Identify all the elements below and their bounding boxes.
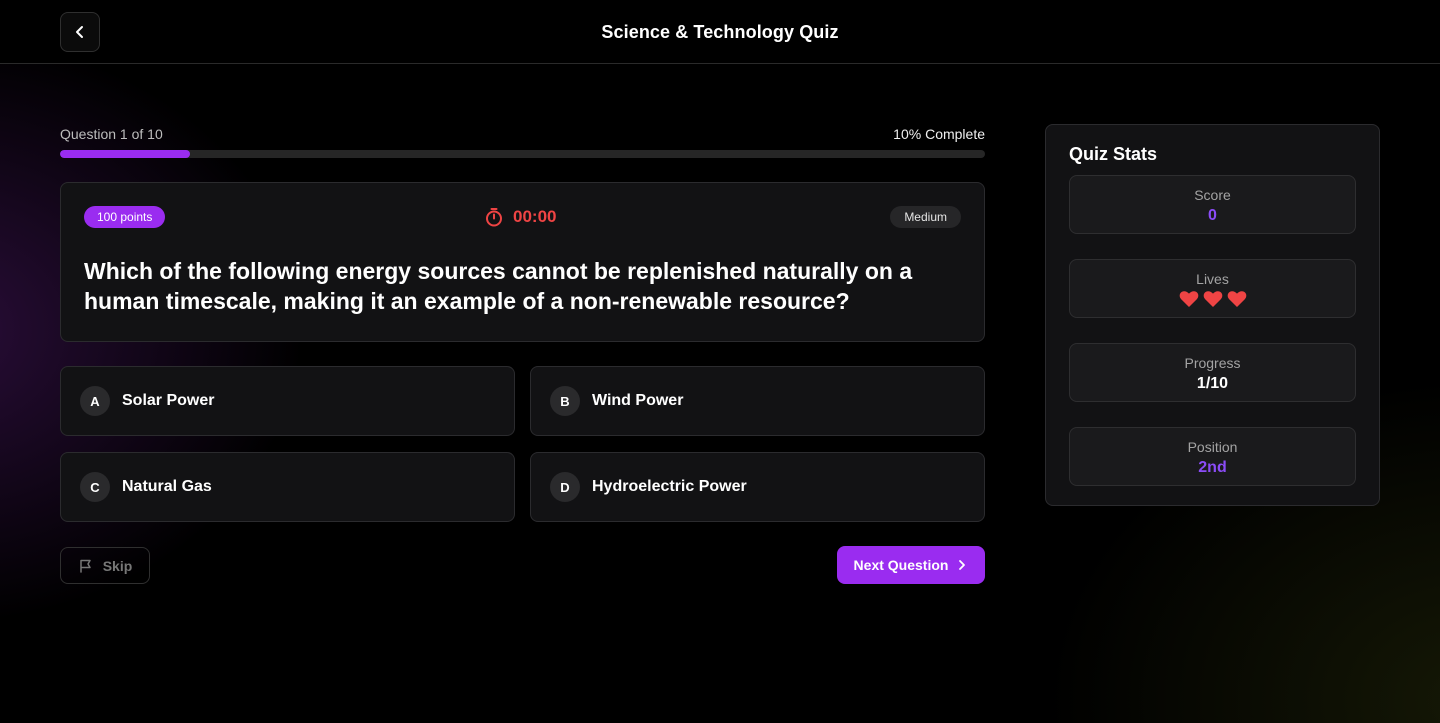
position-value: 2nd	[1198, 459, 1227, 476]
lives-stat: Lives	[1069, 259, 1356, 318]
timer-value: 00:00	[513, 207, 557, 226]
progress-percent: 10% Complete	[893, 126, 985, 142]
heart-icon	[1227, 291, 1246, 307]
points-badge: 100 points	[84, 206, 166, 228]
answer-option-b[interactable]: B Wind Power	[530, 366, 985, 436]
answer-letter: A	[80, 386, 110, 416]
next-question-button[interactable]: Next Question	[837, 546, 985, 584]
back-button[interactable]	[60, 12, 100, 52]
score-stat: Score 0	[1069, 175, 1356, 234]
progress-stat: Progress 1/10	[1069, 343, 1356, 402]
progress-label: Progress	[1184, 355, 1241, 371]
answer-letter: B	[550, 386, 580, 416]
answer-label: Wind Power	[592, 392, 684, 409]
quiz-stats-panel: Quiz Stats Score 0 Lives Progress 1/10 P…	[1045, 124, 1380, 506]
skip-label: Skip	[102, 557, 133, 574]
flag-icon	[79, 559, 91, 573]
top-bar: Science & Technology Quiz	[0, 0, 1440, 64]
position-stat: Position 2nd	[1069, 427, 1356, 486]
next-question-label: Next Question	[853, 557, 949, 573]
heart-icon	[1179, 291, 1198, 307]
score-value: 0	[1208, 207, 1217, 224]
progress-bar-fill	[60, 150, 190, 158]
answer-label: Solar Power	[122, 392, 215, 409]
stopwatch-icon	[486, 208, 502, 227]
answer-letter: D	[550, 472, 580, 502]
progress-value: 1/10	[1196, 375, 1229, 392]
answer-letter: C	[80, 472, 110, 502]
answer-option-a[interactable]: A Solar Power	[60, 366, 515, 436]
difficulty-badge: Medium	[890, 206, 961, 228]
answer-option-c[interactable]: C Natural Gas	[60, 452, 515, 522]
progress-bar	[60, 150, 985, 158]
score-label: Score	[1194, 187, 1231, 203]
answer-label: Hydroelectric Power	[592, 478, 747, 495]
question-text: Which of the following energy sources ca…	[84, 258, 913, 314]
chevron-right-icon	[959, 560, 966, 570]
timer: 00:00	[484, 206, 556, 228]
progress-header: Question 1 of 10 10% Complete	[60, 126, 985, 144]
stats-title: Quiz Stats	[1069, 144, 1158, 164]
question-counter: Question 1 of 10	[60, 126, 163, 142]
position-label: Position	[1187, 439, 1238, 455]
answer-option-d[interactable]: D Hydroelectric Power	[530, 452, 985, 522]
lives-hearts	[1070, 290, 1355, 308]
question-card: 100 points 00:00 Medium Which of the fol…	[60, 182, 985, 342]
chevron-left-icon	[76, 26, 83, 38]
lives-label: Lives	[1196, 271, 1229, 287]
page-title: Science & Technology Quiz	[601, 21, 839, 42]
answer-label: Natural Gas	[122, 478, 212, 495]
skip-button[interactable]: Skip	[60, 547, 150, 584]
heart-icon	[1203, 291, 1222, 307]
